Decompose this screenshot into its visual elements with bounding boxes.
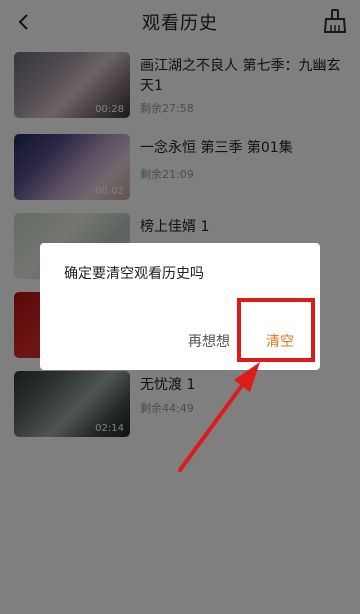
annotation-highlight-box [237, 298, 315, 362]
dialog-message: 确定要清空观看历史吗 [64, 266, 204, 282]
cancel-button[interactable]: 再想想 [188, 331, 230, 351]
